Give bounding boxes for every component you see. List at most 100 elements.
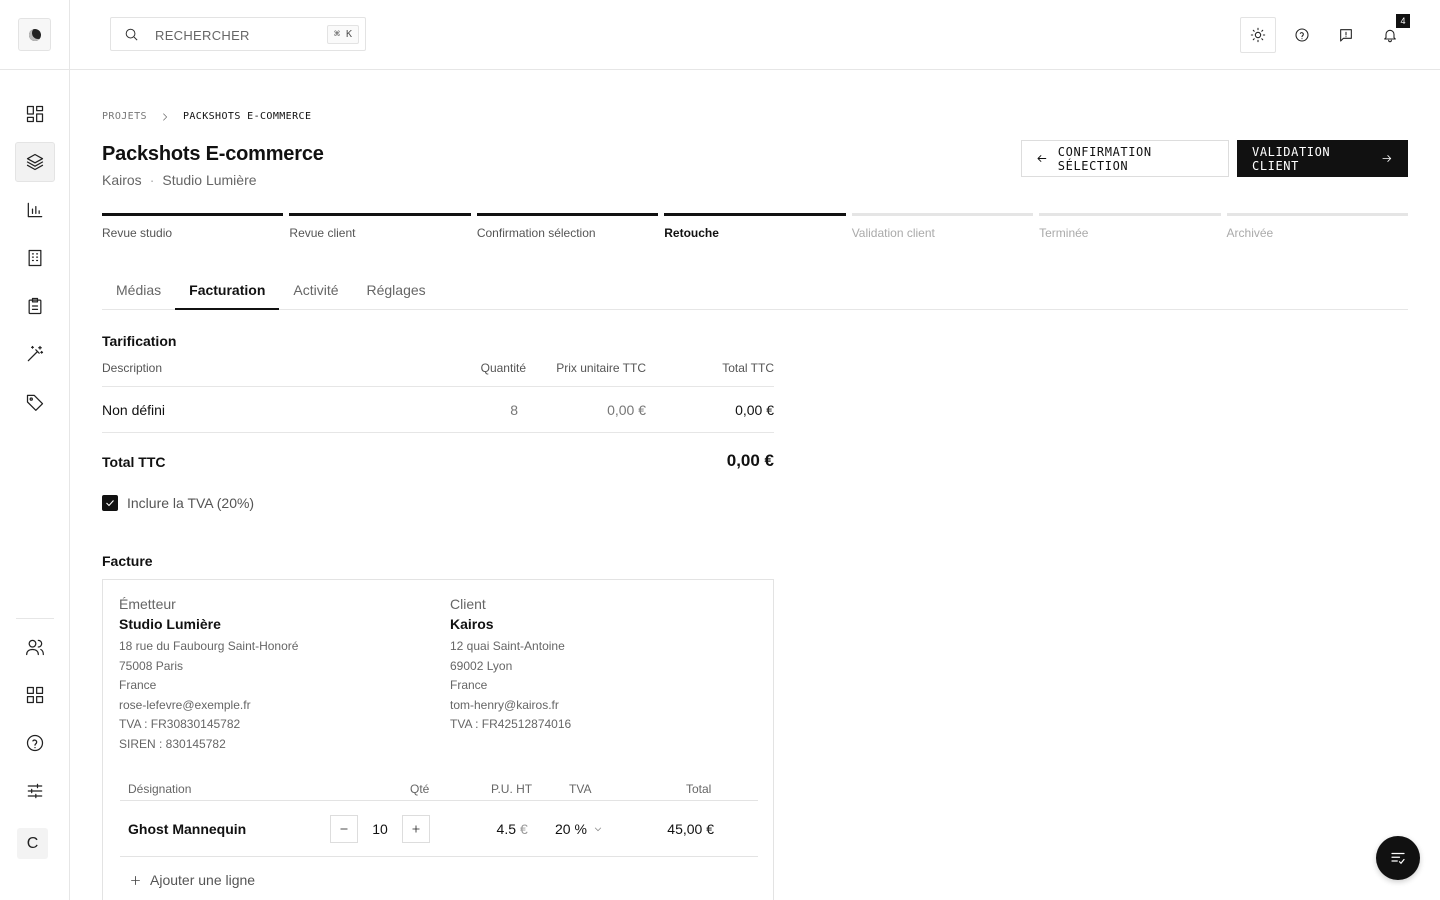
sidebar-item-pricing[interactable] (15, 382, 55, 422)
issuer-email: rose-lefevre@exemple.fr (119, 697, 251, 712)
step-label: Retouche (664, 226, 719, 240)
invoice-issuer: Émetteur Studio Lumière 18 rue du Faubou… (119, 596, 419, 752)
arrow-left-icon (1037, 155, 1047, 162)
project-client: Kairos (102, 172, 142, 188)
issuer-city: 75008 Paris (119, 658, 184, 673)
users-icon (26, 639, 44, 656)
include-vat-checkbox[interactable]: Inclure la TVA (20%) (102, 495, 254, 511)
column-header-total: Total TTC (722, 361, 774, 375)
step-label: Revue studio (102, 226, 173, 240)
client-address: 12 quai Saint-Antoine (450, 639, 565, 653)
tag-icon (26, 394, 44, 411)
sidebar-item-settings[interactable] (15, 771, 55, 811)
bell-icon (1384, 29, 1396, 43)
currency-symbol: € (520, 821, 528, 837)
clipboard-icon (28, 297, 42, 315)
theme-toggle-button[interactable] (1240, 17, 1276, 53)
next-step-button[interactable]: VALIDATION CLIENT (1237, 140, 1408, 177)
minus-icon (340, 828, 348, 830)
checkbox-checked[interactable] (102, 495, 118, 511)
pricing-table-header: Description Quantité Prix unitaire TTC T… (102, 355, 774, 387)
client-country: France (450, 678, 488, 692)
magic-wand-icon (27, 345, 44, 362)
column-header-qty: Qté (410, 782, 430, 796)
previous-step-button[interactable]: CONFIRMATION SÉLECTION (1021, 140, 1229, 177)
feedback-button[interactable] (1328, 17, 1364, 53)
list-filter-icon (1391, 852, 1405, 865)
search-input[interactable] (155, 25, 315, 45)
add-line-label: Ajouter une ligne (150, 872, 256, 888)
step-bar (851, 213, 1034, 216)
app-logo[interactable] (18, 18, 51, 51)
issuer-country: France (119, 678, 157, 692)
breadcrumb-current: PACKSHOTS E-COMMERCE (182, 111, 312, 122)
pricing-section-title: Tarification (102, 333, 177, 349)
sidebar-item-tasks[interactable] (15, 286, 55, 326)
column-header-unit-price: P.U. HT (491, 782, 533, 796)
line-total: 45,00 € (667, 821, 714, 837)
increment-quantity-button[interactable] (402, 815, 430, 843)
search-icon (125, 28, 138, 41)
step: Validation client (851, 213, 1034, 240)
tab-medias[interactable]: Médias (102, 274, 175, 310)
breadcrumb-projects-link[interactable]: PROJETS (102, 111, 147, 122)
issuer-address: 18 rue du Faubourg Saint-Honoré (119, 639, 299, 653)
column-header-description: Description (102, 361, 163, 375)
quantity-value[interactable]: 10 (365, 821, 395, 837)
client-vat: TVA : FR42512874016 (450, 717, 572, 731)
add-line-button[interactable]: Ajouter une ligne (129, 872, 255, 888)
step-bar (102, 213, 284, 216)
line-designation[interactable]: Ghost Mannequin (128, 821, 246, 837)
notifications-button[interactable]: 4 (1372, 14, 1410, 53)
include-vat-label: Inclure la TVA (20%) (127, 495, 255, 511)
invoice-table-header: Désignation Qté P.U. HT TVA Total (120, 778, 758, 801)
breadcrumb: PROJETS PACKSHOTS E-COMMERCE (102, 111, 311, 122)
invoice-card: Émetteur Studio Lumière 18 rue du Faubou… (102, 579, 774, 900)
step: Revue client (289, 213, 471, 240)
column-header-unit-price: Prix unitaire TTC (556, 361, 646, 375)
project-studio: Studio Lumière (162, 172, 257, 188)
sidebar-item-retouch[interactable] (15, 334, 55, 374)
step: Archivée (1226, 213, 1408, 240)
tab-activite[interactable]: Activité (279, 274, 352, 310)
step-bar (664, 213, 846, 216)
top-bar: ⌘ K 4 (70, 0, 1440, 70)
subtitle-separator: · (149, 172, 155, 188)
step-label: Terminée (1039, 226, 1089, 240)
project-tabs: Médias Facturation Activité Réglages (102, 274, 1408, 310)
tab-facturation[interactable]: Facturation (175, 274, 280, 310)
total-label: Total TTC (102, 454, 166, 470)
issuer-role: Émetteur (119, 596, 176, 612)
total-value: 0,00 € (726, 451, 774, 470)
check-icon (106, 500, 114, 507)
table-row: Non défini 8 0,00 € 0,00 € (102, 387, 774, 433)
column-header-designation: Désignation (128, 782, 192, 796)
pricing-quantity: 8 (510, 402, 518, 418)
issuer-siren: SIREN : 830145782 (119, 736, 226, 751)
step-label: Archivée (1226, 226, 1274, 240)
help-button[interactable] (1284, 17, 1320, 53)
notification-count-badge: 4 (1396, 14, 1410, 28)
sidebar-item-analytics[interactable] (15, 190, 55, 230)
client-name: Kairos (450, 616, 494, 632)
sidebar-item-help[interactable] (15, 723, 55, 763)
user-avatar[interactable]: C (17, 828, 48, 859)
decrement-quantity-button[interactable] (330, 815, 358, 843)
chevron-down-icon[interactable] (593, 824, 603, 834)
step: Revue studio (102, 213, 284, 240)
floating-action-button[interactable] (1376, 836, 1420, 880)
vat-select[interactable]: 20 % (555, 821, 587, 837)
search-box[interactable]: ⌘ K (110, 17, 366, 51)
sidebar-item-team[interactable] (15, 627, 55, 667)
sidebar-item-dashboard[interactable] (15, 94, 55, 134)
dashboard-icon (26, 105, 44, 123)
sidebar-item-companies[interactable] (15, 238, 55, 278)
unit-price-input[interactable]: 4.5 (460, 821, 516, 837)
sidebar-item-projects[interactable] (15, 142, 55, 182)
help-circle-icon (26, 734, 44, 752)
client-email: tom-henry@kairos.fr (450, 697, 559, 712)
sidebar-item-apps[interactable] (15, 675, 55, 715)
search-shortcut-hint: ⌘ K (326, 25, 359, 44)
column-header-vat: TVA (569, 782, 592, 796)
tab-reglages[interactable]: Réglages (353, 274, 440, 310)
